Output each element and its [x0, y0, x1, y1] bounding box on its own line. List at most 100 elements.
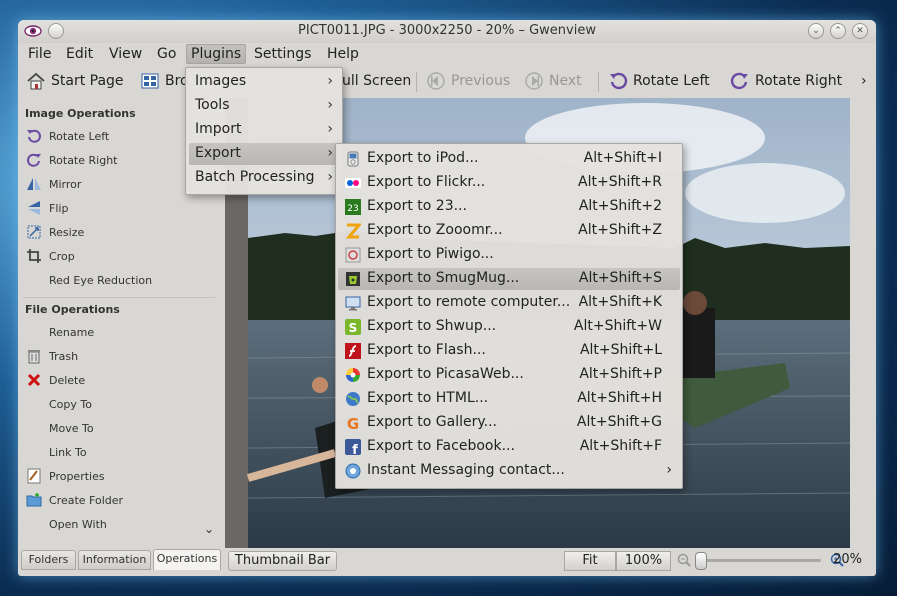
export-flickr[interactable]: Export to Flickr... Alt+Shift+R [338, 172, 680, 194]
im-contact-icon [345, 463, 361, 479]
menu-item-label: Export to Zooomr... [367, 222, 503, 238]
export-facebook[interactable]: f Export to Facebook... Alt+Shift+F [338, 436, 680, 458]
sidebar-open-with[interactable]: Open With [26, 514, 107, 534]
browse-button[interactable]: Bro [140, 70, 189, 92]
plugins-menu-batch-processing[interactable]: Batch Processing › [189, 167, 339, 189]
sidebar-rotate-left[interactable]: Rotate Left [26, 126, 109, 146]
toolbar-separator [416, 72, 417, 92]
toolbar-overflow-button[interactable]: › [861, 70, 867, 92]
plugins-menu: Images › Tools › Import › Export › Batch… [185, 67, 343, 195]
export-ipod[interactable]: Export to iPod... Alt+Shift+I [338, 148, 680, 170]
close-button[interactable]: ✕ [852, 23, 868, 39]
zoom-slider-track[interactable] [701, 559, 821, 562]
maximize-button[interactable]: ⌃ [830, 23, 846, 39]
menu-item-shortcut: Alt+Shift+F [579, 438, 662, 454]
thumbnail-bar-button[interactable]: Thumbnail Bar [228, 551, 337, 571]
tab-folders[interactable]: Folders [21, 550, 76, 570]
zoom-fit-button[interactable]: Fit [564, 551, 616, 571]
rotate-left-button[interactable]: Rotate Left [608, 70, 710, 92]
sidebar-create-folder[interactable]: Create Folder [26, 490, 123, 510]
sidebar-item-label: Red Eye Reduction [49, 273, 153, 287]
minimize-button[interactable]: ⌄ [808, 23, 824, 39]
export-html[interactable]: Export to HTML... Alt+Shift+H [338, 388, 680, 410]
zoom-out-icon[interactable] [677, 553, 691, 567]
sidebar-copy-to[interactable]: Copy To [26, 394, 92, 414]
facebook-icon: f [345, 439, 361, 455]
sidebar-properties[interactable]: Properties [26, 466, 105, 486]
menu-help[interactable]: Help [323, 45, 363, 63]
rotate-left-icon [27, 129, 41, 143]
remote-computer-icon [345, 296, 361, 311]
export-remote-computer[interactable]: Export to remote computer... Alt+Shift+K [338, 292, 680, 314]
full-screen-button[interactable]: ull Screen [342, 70, 411, 92]
menu-plugins[interactable]: Plugins [186, 44, 247, 64]
export-shwup[interactable]: S Export to Shwup... Alt+Shift+W [338, 316, 680, 338]
sidebar-link-to[interactable]: Link To [26, 442, 87, 462]
scroll-more-indicator[interactable]: ⌄ [204, 522, 214, 536]
menu-item-shortcut: Alt+Shift+R [578, 174, 662, 190]
sidebar-crop[interactable]: Crop [26, 246, 75, 266]
23-icon: 23 [345, 199, 361, 215]
menu-item-shortcut: Alt+Shift+S [578, 270, 662, 286]
sidebar-delete[interactable]: Delete [26, 370, 85, 390]
sidebar-item-label: Resize [49, 225, 85, 239]
sidebar-rename[interactable]: Rename [26, 322, 94, 342]
submenu-arrow-icon: › [666, 462, 672, 478]
next-button[interactable]: Next [524, 70, 582, 92]
shwup-icon: S [345, 319, 361, 335]
previous-button[interactable]: Previous [426, 70, 510, 92]
plugins-menu-images[interactable]: Images › [189, 71, 339, 93]
window-title: PICT0011.JPG - 3000x2250 - 20% – Gwenvie… [298, 23, 596, 38]
sidebar-red-eye-reduction[interactable]: Red Eye Reduction [26, 270, 152, 290]
export-instant-messaging-contact[interactable]: Instant Messaging contact... › [338, 460, 680, 482]
blank-icon [26, 324, 42, 340]
sidebar-item-label: Crop [49, 249, 75, 263]
sidebar-item-label: Rotate Right [49, 153, 118, 167]
sidebar-item-label: Copy To [49, 397, 92, 411]
sidebar-flip[interactable]: Flip [26, 198, 68, 218]
tab-information[interactable]: Information [78, 550, 151, 570]
menu-settings[interactable]: Settings [250, 45, 315, 63]
export-flash[interactable]: Export to Flash... Alt+Shift+L [338, 340, 680, 362]
full-screen-label: ull Screen [342, 73, 412, 89]
sidebar-item-label: Properties [49, 469, 105, 483]
blank-icon [26, 396, 42, 412]
export-zooomr[interactable]: Export to Zooomr... Alt+Shift+Z [338, 220, 680, 242]
rotate-left-icon [610, 72, 628, 90]
plugins-menu-import[interactable]: Import › [189, 119, 339, 141]
sidebar-item-label: Link To [49, 445, 87, 459]
sidebar-trash[interactable]: Trash [26, 346, 78, 366]
plugins-menu-tools[interactable]: Tools › [189, 95, 339, 117]
next-label: Next [549, 73, 582, 89]
menu-item-shortcut: Alt+Shift+P [579, 366, 662, 382]
menu-bar: File Edit View Go Plugins Settings Help [18, 43, 876, 65]
export-piwigo[interactable]: Export to Piwigo... [338, 244, 680, 266]
menu-item-label: Export to SmugMug... [367, 270, 520, 286]
menu-item-shortcut: Alt+Shift+L [579, 342, 662, 358]
sidebar-item-label: Open With [49, 517, 107, 531]
sidebar-rotate-right[interactable]: Rotate Right [26, 150, 117, 170]
zoom-100-button[interactable]: 100% [616, 551, 671, 571]
menu-edit[interactable]: Edit [62, 45, 97, 63]
menu-item-label: Export to PicasaWeb... [367, 366, 524, 382]
export-23[interactable]: 23 Export to 23... Alt+Shift+2 [338, 196, 680, 218]
sidebar-mirror[interactable]: Mirror [26, 174, 81, 194]
sidebar-resize[interactable]: Resize [26, 222, 84, 242]
picasaweb-icon [346, 368, 360, 382]
menu-go[interactable]: Go [153, 45, 180, 63]
blank-icon [26, 516, 42, 532]
export-picasaweb[interactable]: Export to PicasaWeb... Alt+Shift+P [338, 364, 680, 386]
tab-operations[interactable]: Operations [153, 549, 221, 570]
menu-view[interactable]: View [105, 45, 146, 63]
menu-item-shortcut: Alt+Shift+H [577, 390, 662, 406]
start-page-button[interactable]: Start Page [26, 70, 124, 92]
export-smugmug[interactable]: Export to SmugMug... Alt+Shift+S [338, 268, 680, 290]
rotate-right-button[interactable]: Rotate Right [730, 70, 842, 92]
title-bar[interactable]: PICT0011.JPG - 3000x2250 - 20% – Gwenvie… [18, 20, 876, 43]
plugins-menu-export[interactable]: Export › [189, 143, 339, 165]
sidebar-move-to[interactable]: Move To [26, 418, 94, 438]
zoom-slider-handle[interactable] [695, 552, 707, 570]
gallery-icon: G [347, 415, 359, 431]
menu-file[interactable]: File [24, 45, 55, 63]
export-gallery[interactable]: G Export to Gallery... Alt+Shift+G [338, 412, 680, 434]
